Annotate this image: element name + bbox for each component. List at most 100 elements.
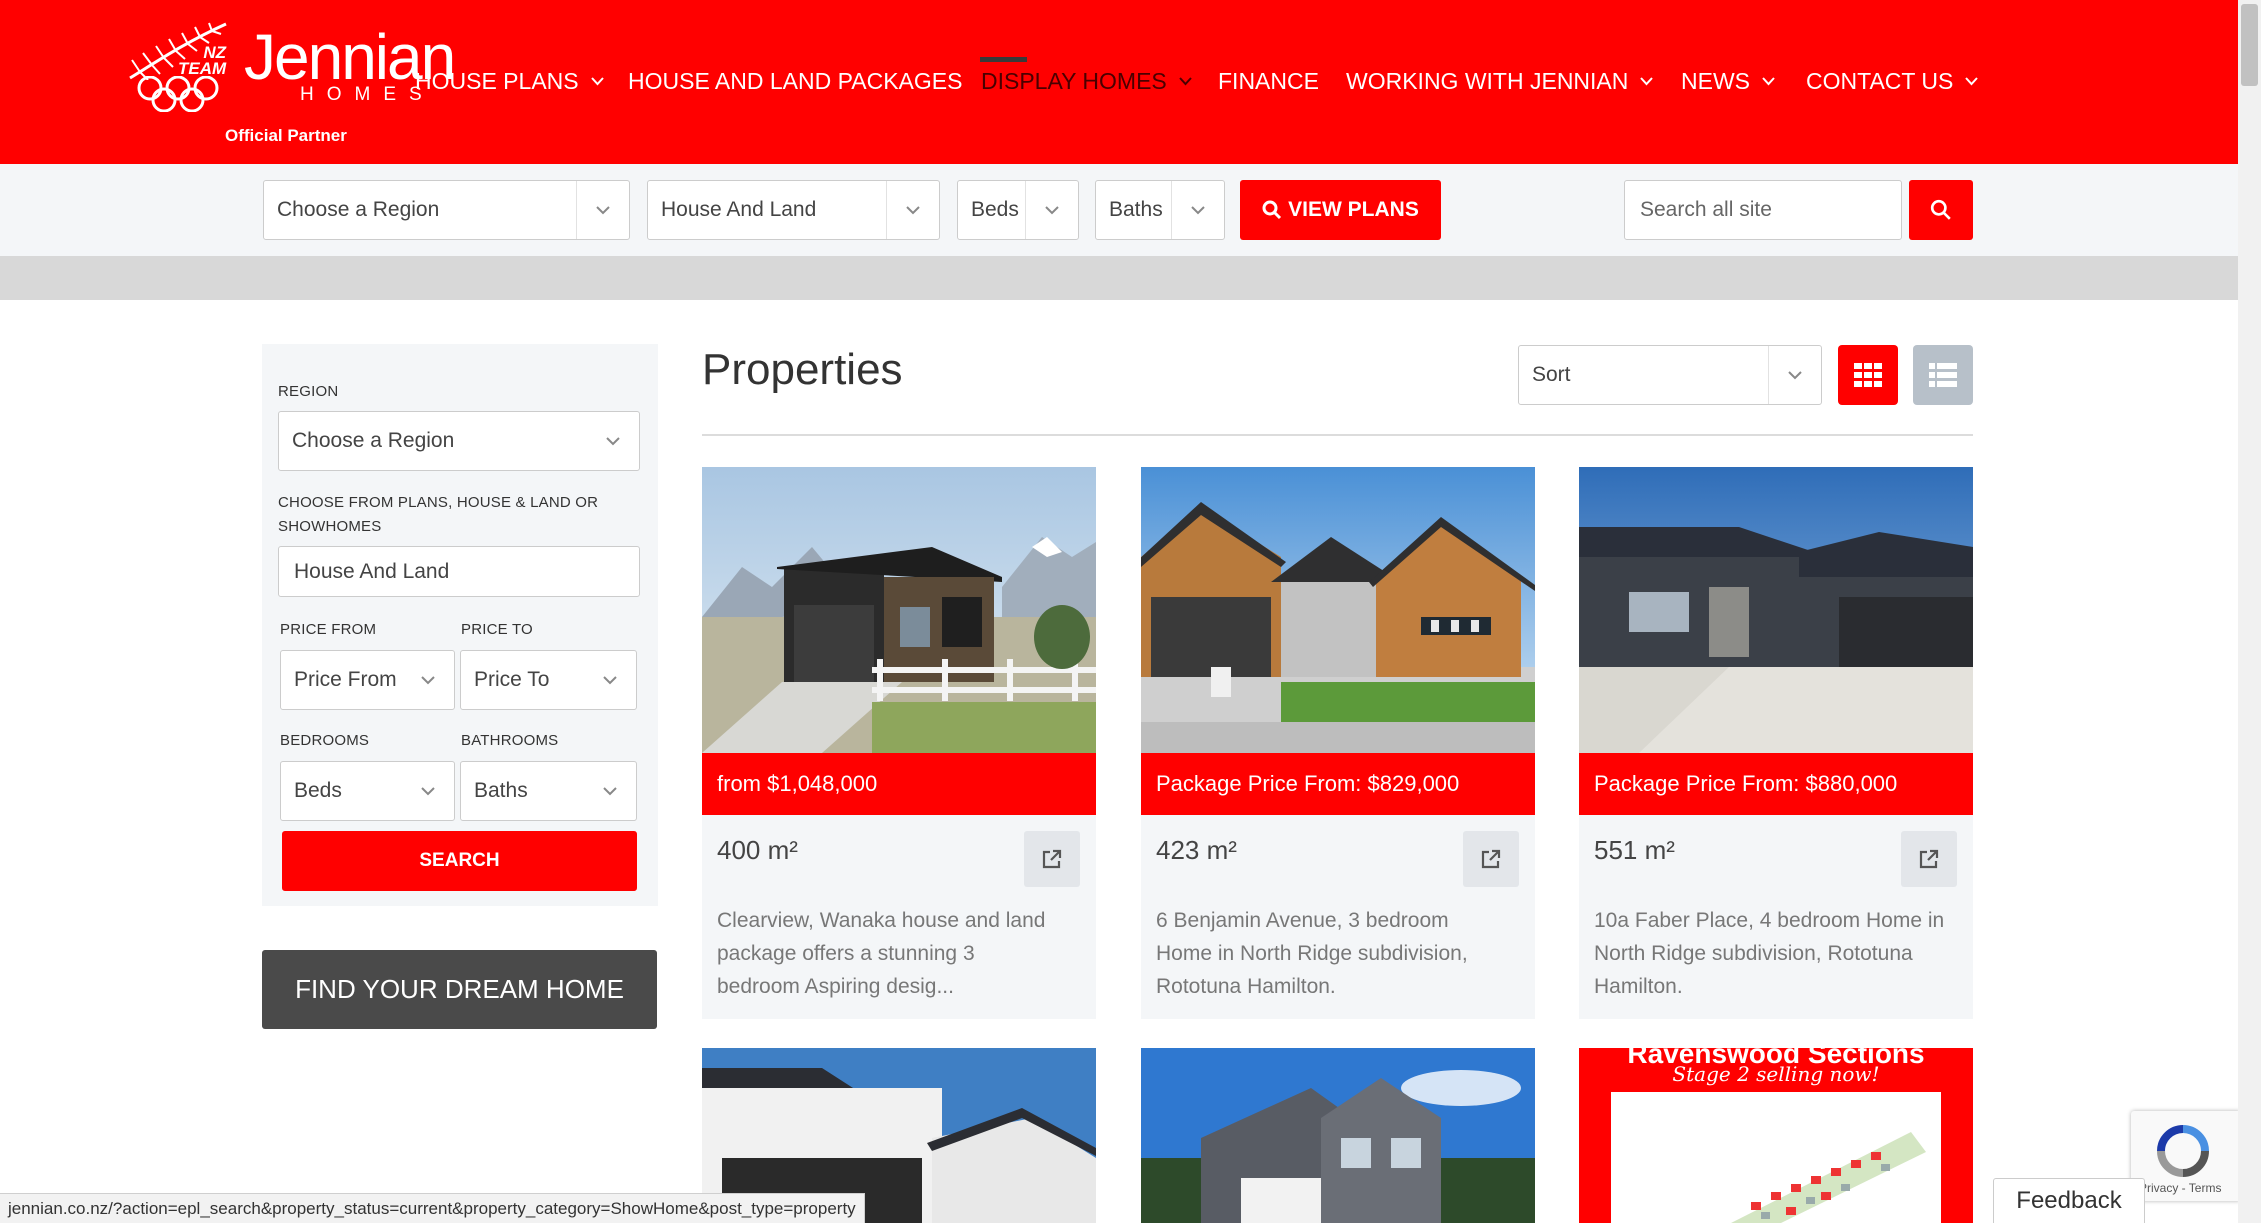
- property-description: Clearview, Wanaka house and land package…: [717, 904, 1087, 1003]
- nav-news[interactable]: NEWS: [1681, 68, 1775, 95]
- sort-select[interactable]: Sort: [1518, 345, 1822, 405]
- sidebar-beds-select[interactable]: Beds: [280, 761, 455, 821]
- site-search-input[interactable]: Search all site: [1624, 180, 1902, 240]
- sidebar-region-select[interactable]: Choose a Region: [278, 411, 640, 471]
- olympic-rings-icon: [137, 76, 219, 112]
- chevron-down-icon: [587, 412, 639, 470]
- property-card[interactable]: Package Price From: $829,000 423 m² 6 Be…: [1141, 467, 1535, 1019]
- nav-house-and-land[interactable]: HOUSE AND LAND PACKAGES: [628, 68, 962, 95]
- category-label-line: SHOWHOMES: [278, 518, 382, 535]
- nav-display-homes[interactable]: DISPLAY HOMES: [981, 68, 1192, 95]
- external-link-icon: [1481, 849, 1501, 869]
- description-line: 6 Benjamin Avenue, 3 bedroom: [1156, 909, 1449, 932]
- find-dream-home-button[interactable]: FIND YOUR DREAM HOME: [262, 950, 657, 1029]
- list-icon: [1929, 363, 1957, 387]
- page: NZ TEAM Jennian HOMES Official Partner H…: [0, 0, 2261, 1223]
- property-card[interactable]: Package Price From: $880,000 551 m² 10a …: [1579, 467, 1973, 1019]
- search-icon: [1262, 200, 1282, 220]
- description-line: North Ridge subdivision, Rototuna: [1594, 942, 1913, 965]
- chevron-down-icon: [584, 651, 636, 709]
- select-value: House And Land: [661, 198, 817, 221]
- beds-select[interactable]: Beds: [957, 180, 1079, 240]
- price-badge: from $1,048,000: [702, 753, 1096, 815]
- chevron-down-icon: [402, 651, 454, 709]
- baths-select[interactable]: Baths: [1095, 180, 1225, 240]
- house-photo: [1141, 1048, 1535, 1223]
- recaptcha-icon: [2157, 1125, 2209, 1177]
- scrollbar-thumb[interactable]: [2241, 4, 2258, 86]
- property-image[interactable]: [702, 467, 1096, 753]
- price-from-label: PRICE FROM: [280, 621, 377, 638]
- land-area: 551 m²: [1594, 835, 1675, 865]
- nav-label: NEWS: [1681, 68, 1750, 94]
- select-value: Sort: [1532, 363, 1571, 386]
- nav-contact-us[interactable]: CONTACT US: [1806, 68, 1979, 95]
- sidebar-baths-select[interactable]: Baths: [460, 761, 637, 821]
- chevron-down-icon: [590, 77, 604, 86]
- property-image[interactable]: [1141, 1048, 1535, 1223]
- chevron-down-icon: [886, 181, 939, 239]
- promo-map: [1611, 1092, 1941, 1223]
- category-label-line: CHOOSE FROM PLANS, HOUSE & LAND OR: [278, 494, 599, 511]
- feedback-button[interactable]: Feedback: [1993, 1178, 2145, 1223]
- nz-team-mark: NZ TEAM: [178, 44, 227, 78]
- region-select[interactable]: Choose a Region: [263, 180, 630, 240]
- category-select[interactable]: House And Land: [647, 180, 940, 240]
- external-link-icon: [1919, 849, 1939, 869]
- description-line: package offers a stunning 3: [717, 942, 975, 965]
- page-scrollbar[interactable]: [2238, 0, 2261, 1223]
- chevron-down-icon: [1640, 77, 1654, 86]
- site-search-button[interactable]: [1909, 180, 1973, 240]
- region-label: REGION: [278, 383, 339, 400]
- nav-house-plans[interactable]: HOUSE PLANS: [415, 68, 604, 95]
- land-area: 400 m²: [717, 835, 798, 865]
- chevron-down-icon: [1768, 346, 1821, 404]
- official-partner-label: Official Partner: [225, 126, 347, 145]
- price-badge: Package Price From: $829,000: [1141, 753, 1535, 815]
- nav-label: DISPLAY HOMES: [981, 68, 1167, 94]
- search-button-label: SEARCH: [419, 850, 500, 871]
- view-plans-button[interactable]: VIEW PLANS: [1240, 180, 1441, 240]
- price-to-label: PRICE TO: [461, 621, 533, 638]
- promo-subtitle: Stage 2 selling now!: [1672, 1062, 1880, 1086]
- recaptcha-links[interactable]: Privacy - Terms: [2139, 1181, 2221, 1195]
- sidebar-search-button[interactable]: SEARCH: [282, 831, 637, 891]
- team-text: TEAM: [178, 59, 227, 78]
- promo-tile[interactable]: Ravenswood Sections Stage 2 selling now!: [1579, 1048, 1973, 1223]
- sidebar-category-field[interactable]: House And Land: [278, 546, 640, 597]
- select-value: Price From: [294, 668, 397, 691]
- description-line: bedroom Aspiring desig...: [717, 975, 954, 998]
- open-listing-button[interactable]: [1901, 831, 1957, 887]
- title-divider: [702, 434, 1973, 436]
- price-text: Package Price From: $880,000: [1594, 771, 1898, 796]
- category-label: CHOOSE FROM PLANS, HOUSE & LAND OR SHOWH…: [278, 491, 598, 539]
- field-value: House And Land: [294, 559, 450, 583]
- nav-label: HOUSE PLANS: [415, 68, 579, 94]
- recaptcha-badge[interactable]: Privacy - Terms: [2131, 1111, 2241, 1201]
- subdivision-map-image: [1731, 1132, 1926, 1223]
- bathrooms-label: BATHROOMS: [461, 732, 559, 749]
- nav-finance[interactable]: FINANCE: [1218, 68, 1319, 95]
- description-line: 10a Faber Place, 4 bedroom Home in: [1594, 909, 1945, 932]
- property-image[interactable]: [1141, 467, 1535, 753]
- grid-view-button[interactable]: [1838, 345, 1898, 405]
- property-card[interactable]: from $1,048,000 400 m² Clearview, Wanaka…: [702, 467, 1096, 1019]
- nav-active-indicator: [980, 57, 1027, 62]
- bedrooms-label: BEDROOMS: [280, 732, 370, 749]
- external-link-icon: [1042, 849, 1062, 869]
- price-from-select[interactable]: Price From: [280, 650, 455, 710]
- chevron-down-icon: [1171, 181, 1224, 239]
- nav-label: CONTACT US: [1806, 68, 1954, 94]
- nav-working-with-jennian[interactable]: WORKING WITH JENNIAN: [1346, 68, 1654, 95]
- list-view-button[interactable]: [1913, 345, 1973, 405]
- select-value: Baths: [1109, 198, 1163, 221]
- property-description: 6 Benjamin Avenue, 3 bedroom Home in Nor…: [1156, 904, 1526, 1003]
- price-to-select[interactable]: Price To: [460, 650, 637, 710]
- select-value: Choose a Region: [277, 198, 440, 221]
- property-image[interactable]: [1579, 467, 1973, 753]
- description-line: Clearview, Wanaka house and land: [717, 909, 1046, 932]
- chevron-down-icon: [576, 181, 629, 239]
- price-badge: Package Price From: $880,000: [1579, 753, 1973, 815]
- open-listing-button[interactable]: [1024, 831, 1080, 887]
- open-listing-button[interactable]: [1463, 831, 1519, 887]
